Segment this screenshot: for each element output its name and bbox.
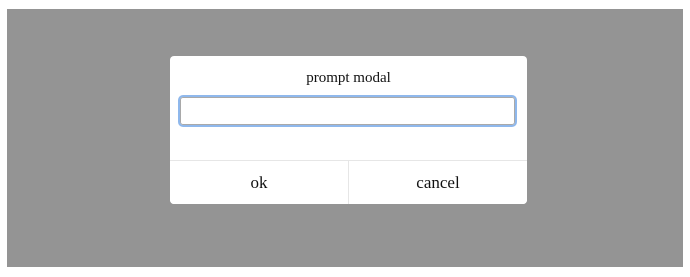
modal-title: prompt modal — [306, 70, 391, 86]
cancel-button[interactable]: cancel — [348, 161, 527, 204]
prompt-input[interactable] — [178, 95, 517, 127]
modal-button-row: ok cancel — [170, 160, 527, 204]
ok-button[interactable]: ok — [170, 161, 348, 204]
prompt-modal: prompt modal ok cancel — [170, 56, 527, 204]
